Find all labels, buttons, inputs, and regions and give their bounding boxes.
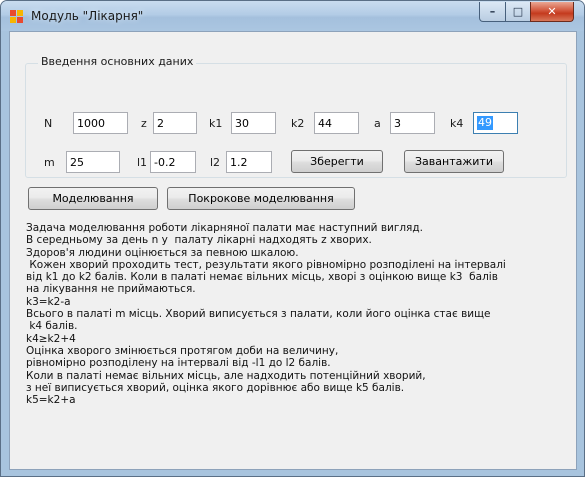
- input-l1[interactable]: [150, 151, 196, 173]
- description-line: k4 балів.: [26, 320, 78, 333]
- label-k1: k1: [209, 117, 223, 130]
- label-m: m: [44, 156, 55, 169]
- input-k2[interactable]: [314, 112, 359, 134]
- description-line: рівномірно розподілену на інтервалі від …: [26, 357, 331, 370]
- description-line: Кожен хворий проходить тест, результати …: [26, 258, 506, 271]
- minimize-button[interactable]: –: [479, 2, 506, 22]
- label-k4: k4: [450, 117, 464, 130]
- description-line: Оцінка хворого змінюється протягом доби …: [26, 344, 339, 357]
- label-k2: k2: [291, 117, 305, 130]
- app-icon: [10, 10, 24, 23]
- description-line: Всього в палаті m місць. Хворий виписуєт…: [26, 308, 491, 321]
- simulate-button[interactable]: Моделювання: [28, 187, 158, 210]
- description-line: В середньому за день n у палату лікарні …: [26, 234, 372, 247]
- description-line: Здоров'я людини оцінюється за певною шка…: [26, 246, 299, 259]
- maximize-icon: □: [512, 5, 524, 18]
- minimize-icon: –: [489, 5, 496, 18]
- input-a[interactable]: [390, 112, 435, 134]
- label-z: z: [141, 117, 147, 130]
- input-k4[interactable]: 49: [473, 112, 518, 134]
- description-line: Коли в палаті немає вільних місць, але н…: [26, 369, 426, 382]
- description-line: k4≥k2+4: [26, 332, 76, 345]
- save-button[interactable]: Зберегти: [291, 150, 383, 173]
- label-a: a: [374, 117, 381, 130]
- maximize-button[interactable]: □: [505, 2, 531, 22]
- input-k4-selected-value: 49: [477, 116, 493, 130]
- description-line: k3=k2-a: [26, 295, 71, 308]
- close-icon: ✕: [547, 5, 557, 18]
- input-m[interactable]: [66, 151, 120, 173]
- label-l1: l1: [137, 156, 148, 169]
- description-line: Задача моделювання роботи лікарняної пал…: [26, 222, 423, 234]
- description-line: з неї виписується хворий, оцінка якого д…: [26, 381, 405, 394]
- groupbox-title: Введення основних даних: [38, 55, 197, 68]
- description-line: від k1 до k2 балів. Коли в палаті немає …: [26, 271, 498, 284]
- task-description: Задача моделювання роботи лікарняної пал…: [26, 222, 566, 406]
- label-N: N: [44, 117, 53, 130]
- title-bar[interactable]: Модуль "Лікарня" – □ ✕: [1, 1, 584, 31]
- label-l2: l2: [210, 156, 221, 169]
- description-line: на лікування не приймаються.: [26, 283, 196, 296]
- window-title: Модуль "Лікарня": [31, 9, 144, 23]
- step-simulate-button[interactable]: Покрокове моделювання: [167, 187, 355, 210]
- input-z[interactable]: [153, 112, 197, 134]
- description-line: k5=k2+a: [26, 394, 76, 407]
- input-l2[interactable]: [226, 151, 272, 173]
- input-N[interactable]: [73, 112, 128, 134]
- app-window: Модуль "Лікарня" – □ ✕ Введення основних…: [0, 0, 585, 477]
- input-k1[interactable]: [231, 112, 276, 134]
- close-button[interactable]: ✕: [530, 2, 574, 22]
- load-button[interactable]: Завантажити: [404, 150, 504, 173]
